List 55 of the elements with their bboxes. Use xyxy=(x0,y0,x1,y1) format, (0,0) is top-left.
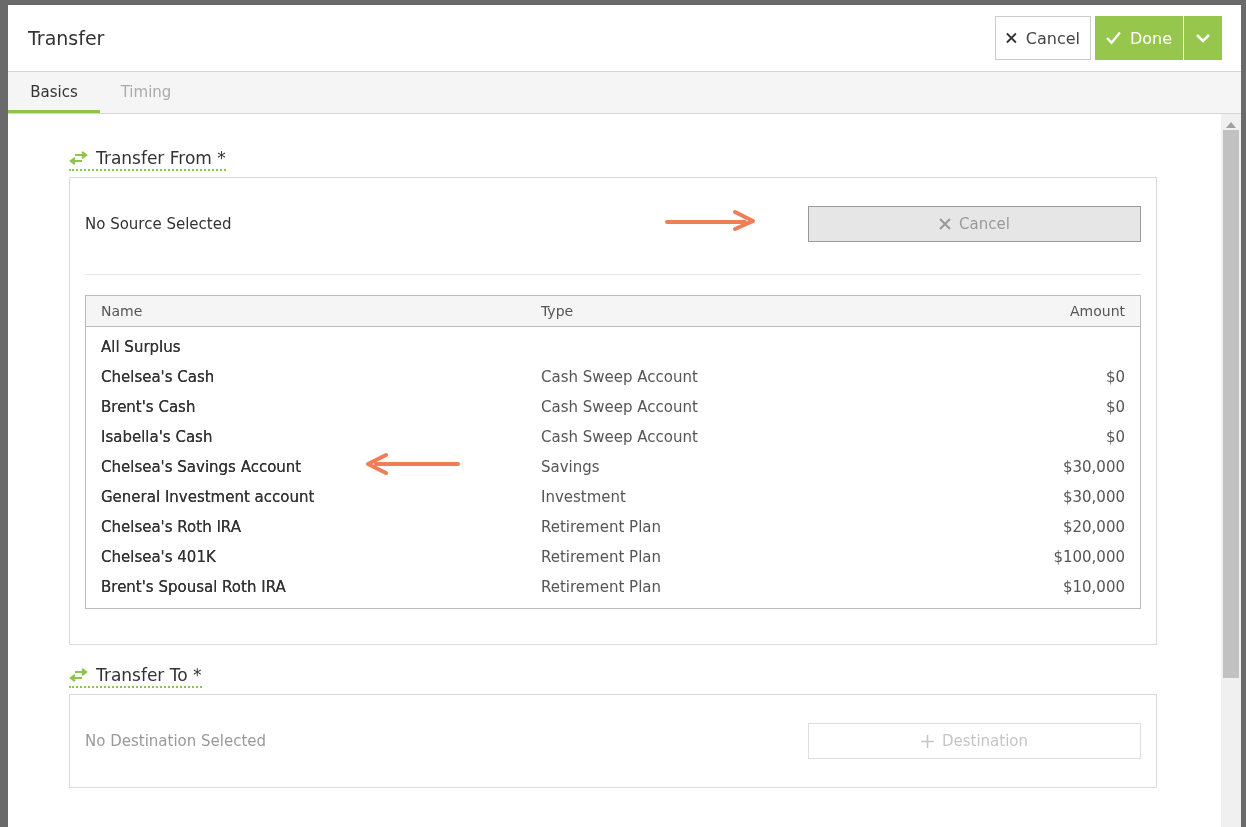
chevron-down-icon xyxy=(1196,33,1210,43)
status-text: No Source Selected xyxy=(85,215,232,233)
status-text: No Destination Selected xyxy=(85,732,267,750)
table-cell: $0 xyxy=(1105,428,1125,446)
plus-icon xyxy=(920,734,934,748)
table-cell: Savings xyxy=(541,458,600,476)
table-cell: Chelsea's Roth IRA xyxy=(101,518,241,536)
column-header: Name xyxy=(101,303,144,319)
scrollbar[interactable] xyxy=(1221,114,1241,827)
table-cell: $0 xyxy=(1105,398,1125,416)
window-title: Transfer xyxy=(28,27,106,49)
scroll-up-icon xyxy=(1226,122,1236,128)
table-row[interactable]: Chelsea's Roth IRA Retirement Plan $20,000 xyxy=(86,512,1140,542)
table-row[interactable]: General Investment account Investment $30,000 xyxy=(86,482,1140,512)
table-cell: Investment xyxy=(541,488,626,506)
cancel-button[interactable]: Cancel xyxy=(995,16,1091,60)
table-cell: Chelsea's 401K xyxy=(101,548,216,566)
table-cell: Retirement Plan xyxy=(541,518,661,536)
table-cell: Retirement Plan xyxy=(541,578,661,596)
table-cell: All Surplus xyxy=(101,338,181,356)
table-row[interactable]: Chelsea's Savings Account Savings $30,000 xyxy=(86,452,1140,482)
heading-text: Transfer To * xyxy=(96,665,202,685)
table-cell: Brent's Cash xyxy=(101,398,196,416)
table-cell: Chelsea's Cash xyxy=(101,368,215,386)
table-cell: $30,000 xyxy=(1062,458,1125,476)
check-icon xyxy=(1106,31,1121,45)
heading-text: Transfer From * xyxy=(96,148,226,168)
table-cell: Chelsea's Savings Account xyxy=(101,458,302,476)
table-cell: $0 xyxy=(1105,368,1125,386)
table-cell: Isabella's Cash xyxy=(101,428,213,446)
table-cell: General Investment account xyxy=(101,488,315,506)
column-header: Type xyxy=(541,303,575,319)
table-row[interactable]: Brent's Cash Cash Sweep Account $0 xyxy=(86,392,1140,422)
close-icon xyxy=(939,218,952,230)
table-row[interactable]: Chelsea's Cash Cash Sweep Account $0 xyxy=(86,362,1140,392)
table-cell: $10,000 xyxy=(1062,578,1125,596)
table-row[interactable]: Chelsea's 401K Retirement Plan $100,000 xyxy=(86,542,1140,572)
transfer-arrows-icon xyxy=(69,668,88,682)
table-cell: $30,000 xyxy=(1062,488,1125,506)
table-cell: Cash Sweep Account xyxy=(541,368,698,386)
table-row[interactable]: Isabella's Cash Cash Sweep Account $0 xyxy=(86,422,1140,452)
tab[interactable]: Basics xyxy=(8,72,100,113)
dropdown-button[interactable] xyxy=(1184,16,1222,60)
table-cell: Cash Sweep Account xyxy=(541,398,698,416)
scroll-thumb[interactable] xyxy=(1223,130,1239,678)
table-cell: Cash Sweep Account xyxy=(541,428,698,446)
table-row[interactable]: Brent's Spousal Roth IRA Retirement Plan $10,000 xyxy=(86,572,1140,602)
table-cell: Retirement Plan xyxy=(541,548,661,566)
close-icon xyxy=(1006,32,1017,44)
column-header: Amount xyxy=(1069,303,1125,319)
table-cell: $100,000 xyxy=(1053,548,1125,566)
table-cell: $20,000 xyxy=(1062,518,1125,536)
table-cell: Brent's Spousal Roth IRA xyxy=(101,578,286,596)
table-row[interactable]: All Surplus xyxy=(86,332,1140,362)
transfer-arrows-icon xyxy=(69,151,88,165)
